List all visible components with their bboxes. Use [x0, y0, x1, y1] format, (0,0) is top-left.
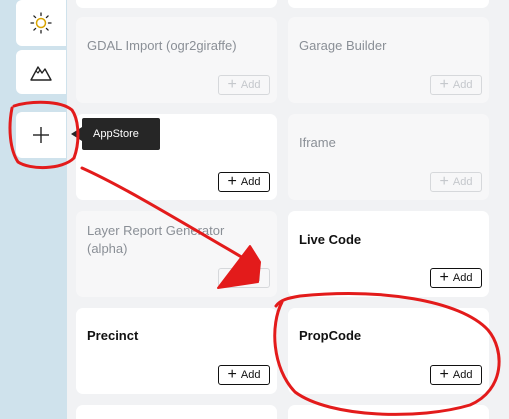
sidebar-rail — [0, 0, 67, 419]
appstore-button[interactable] — [16, 112, 66, 158]
add-button-gdal-import[interactable]: + Add — [218, 75, 270, 95]
plus-icon: + — [227, 366, 237, 383]
add-button-label: Add — [452, 272, 473, 284]
app-card-title: Precinct — [87, 328, 139, 343]
mountain-button[interactable] — [16, 50, 66, 94]
add-button-label: Add — [240, 369, 261, 381]
app-card-top-right — [288, 0, 489, 8]
app-card-title: Iframe — [299, 135, 336, 150]
add-button-label: Add — [240, 79, 261, 91]
app-card-gdal-import: GDAL Import (ogr2giraffe) + Add — [76, 17, 277, 103]
app-card-live-code: Live Code + Add — [288, 211, 489, 297]
add-button-label: Add — [240, 176, 261, 188]
add-button-ifc-beta[interactable]: + Add — [218, 172, 270, 192]
app-card-propcode: PropCode + Add — [288, 308, 489, 394]
add-button-label: Add — [240, 272, 261, 284]
app-card-precinct: Precinct + Add — [76, 308, 277, 394]
appstore-tooltip: AppStore — [82, 118, 160, 150]
app-card-garage-builder: Garage Builder + Add — [288, 17, 489, 103]
plus-icon: + — [227, 173, 237, 190]
plus-icon: + — [439, 269, 449, 286]
mountain-icon — [30, 63, 52, 81]
add-button-propcode[interactable]: + Add — [430, 365, 482, 385]
plus-icon: + — [439, 173, 449, 190]
tooltip-arrow — [71, 127, 82, 141]
app-card-title: PropCode — [299, 328, 362, 343]
add-button-iframe[interactable]: + Add — [430, 172, 482, 192]
app-card-title: GDAL Import (ogr2giraffe) — [87, 38, 237, 53]
add-button-layer-report-generator[interactable]: + Add — [218, 268, 270, 288]
app-card-title: Layer Report Generator (alpha) — [87, 223, 225, 256]
plus-icon: + — [227, 269, 237, 286]
add-button-label: Add — [452, 369, 473, 381]
plus-icon — [32, 126, 50, 144]
app-card-layer-report-generator: Layer Report Generator (alpha) + Add — [76, 211, 277, 297]
plus-icon: + — [227, 76, 237, 93]
plus-icon: + — [439, 76, 449, 93]
plus-icon: + — [439, 366, 449, 383]
app-card-top-left — [76, 0, 277, 8]
sun-icon — [30, 12, 52, 34]
add-button-label: Add — [452, 79, 473, 91]
add-button-garage-builder[interactable]: + Add — [430, 75, 482, 95]
add-button-live-code[interactable]: + Add — [430, 268, 482, 288]
app-card-title: Live Code — [299, 232, 362, 247]
app-card-title: Garage Builder — [299, 38, 387, 53]
add-button-label: Add — [452, 176, 473, 188]
app-card-bottom-left — [76, 405, 277, 419]
app-card-bottom-right — [288, 405, 489, 419]
appstore-grid: GDAL Import (ogr2giraffe) + Add Garage B… — [67, 0, 509, 419]
app-card-iframe: Iframe + Add — [288, 114, 489, 200]
add-button-precinct[interactable]: + Add — [218, 365, 270, 385]
sun-button[interactable] — [16, 0, 66, 46]
